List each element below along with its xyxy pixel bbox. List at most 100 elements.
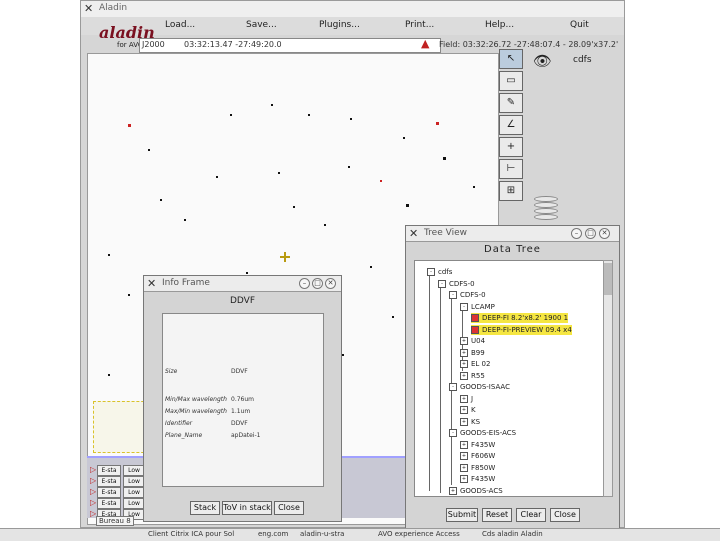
- expand-icon[interactable]: +: [449, 486, 457, 495]
- draw-tool-icon[interactable]: ∠: [499, 115, 523, 135]
- select-tool-icon[interactable]: ↖: [499, 49, 523, 69]
- zoom-tool-icon[interactable]: ⊞: [499, 181, 523, 201]
- tree-node[interactable]: + R55: [460, 371, 485, 381]
- tree-node[interactable]: - LCAMP: [460, 302, 495, 312]
- close-icon[interactable]: ✕: [325, 278, 336, 289]
- taskbar-item[interactable]: aladin-u-stra: [300, 530, 344, 538]
- tree-node[interactable]: - GOODS-EIS-ACS: [449, 428, 516, 438]
- expand-icon[interactable]: +: [460, 360, 468, 368]
- tov-in-stack-button[interactable]: ToV in stack: [222, 501, 272, 515]
- tree-node[interactable]: + GOODS-ACS: [449, 486, 503, 496]
- main-titlebar[interactable]: ✕ Aladin: [81, 1, 624, 18]
- plane-triangle-icon: ▷: [90, 487, 97, 496]
- minimize-icon[interactable]: –: [299, 278, 310, 289]
- stack-cell[interactable]: E-sta: [97, 476, 121, 487]
- collapse-icon[interactable]: -: [460, 302, 468, 311]
- submit-button[interactable]: Submit: [446, 508, 478, 522]
- window-menu-icon[interactable]: ✕: [409, 227, 418, 240]
- stack-cell[interactable]: Low: [123, 487, 145, 498]
- close-icon[interactable]: ✕: [599, 228, 610, 239]
- tree-scrollbar-thumb[interactable]: [604, 263, 612, 295]
- expand-icon[interactable]: +: [460, 406, 468, 414]
- eye-icon[interactable]: 👁: [533, 52, 552, 70]
- tree-node[interactable]: DEEP-FI-PREVIEW 09.4 x4: [471, 324, 572, 335]
- stack-cell[interactable]: E-sta: [97, 465, 121, 476]
- expand-icon[interactable]: +: [460, 452, 468, 460]
- plane-triangle-icon: ▷: [90, 476, 97, 485]
- taskbar-item[interactable]: Cds aladin Aladin: [482, 530, 543, 538]
- tree-node[interactable]: + U04: [460, 336, 485, 346]
- menu-load[interactable]: Load...: [165, 20, 195, 30]
- reset-button[interactable]: Reset: [482, 508, 512, 522]
- tree-node[interactable]: + F850W: [460, 463, 495, 473]
- expand-icon[interactable]: +: [460, 463, 468, 472]
- collapse-icon[interactable]: -: [449, 291, 457, 299]
- distance-tool-icon[interactable]: ⊢: [499, 159, 523, 179]
- desktop-label[interactable]: Bureau 8: [96, 516, 134, 526]
- expand-icon[interactable]: +: [460, 337, 468, 345]
- info-frame-titlebar[interactable]: ✕ Info Frame – □ ✕: [144, 276, 341, 292]
- stack-cell[interactable]: E-sta: [97, 498, 121, 509]
- stack-button[interactable]: Stack: [190, 501, 220, 515]
- tree-node[interactable]: + F606W: [460, 451, 495, 461]
- tree-node[interactable]: + F435W: [460, 440, 495, 450]
- coordinate-frame-select[interactable]: J2000: [142, 40, 165, 49]
- taskbar-item[interactable]: Client Citrix ICA pour Sol: [148, 530, 234, 538]
- menu-print[interactable]: Print...: [405, 20, 434, 30]
- maximize-icon[interactable]: □: [585, 228, 596, 239]
- menu-plugins[interactable]: Plugins...: [319, 20, 360, 30]
- tree-view-titlebar[interactable]: ✕ Tree View – □ ✕: [406, 226, 619, 242]
- coordinate-input[interactable]: 03:32:13.47 -27:49:20.0: [184, 40, 282, 49]
- tree-node[interactable]: - CDFS-0: [438, 279, 475, 289]
- crosshair-tool-icon[interactable]: +: [499, 137, 523, 157]
- taskbar-item[interactable]: AVO experience Access: [378, 530, 460, 538]
- tree-node[interactable]: + J: [460, 394, 473, 404]
- tree-node[interactable]: - cdfs: [427, 267, 452, 277]
- expand-icon[interactable]: +: [460, 371, 468, 380]
- collapse-icon[interactable]: -: [427, 268, 435, 276]
- tree-node[interactable]: - CDFS-0: [449, 290, 486, 300]
- expand-icon[interactable]: +: [460, 475, 468, 483]
- tree-node[interactable]: + KS: [460, 417, 480, 427]
- menu-help[interactable]: Help...: [485, 20, 514, 30]
- tree-node[interactable]: + B99: [460, 348, 485, 358]
- pen-tool-icon[interactable]: ✎: [499, 93, 523, 113]
- tree-node[interactable]: + K: [460, 405, 476, 415]
- window-menu-icon[interactable]: ✕: [147, 277, 156, 290]
- coordinate-bar[interactable]: J2000 03:32:13.47 -27:49:20.0: [139, 38, 441, 53]
- minimize-icon[interactable]: –: [571, 228, 582, 239]
- menu-save[interactable]: Save...: [246, 20, 277, 30]
- close-button[interactable]: Close: [550, 508, 580, 522]
- stack-cell[interactable]: Low: [123, 476, 145, 487]
- tree-view-dialog: ✕ Tree View – □ ✕ Data Tree - cdfs - CDFS-0…: [405, 225, 620, 529]
- stack-cell[interactable]: Low: [123, 498, 145, 509]
- expand-icon[interactable]: +: [460, 394, 468, 403]
- maximize-icon[interactable]: □: [312, 278, 323, 289]
- tree-node[interactable]: + EL 02: [460, 359, 490, 369]
- collapse-icon[interactable]: -: [449, 383, 457, 391]
- stack-cell[interactable]: E-sta: [97, 487, 121, 498]
- taskbar-item[interactable]: eng.com: [258, 530, 288, 538]
- info-frame-name: DDVF: [229, 296, 256, 306]
- menu-quit[interactable]: Quit: [570, 20, 589, 30]
- expand-icon[interactable]: +: [460, 348, 468, 357]
- selected-checkbox-icon[interactable]: [471, 314, 479, 322]
- selected-checkbox-icon[interactable]: [471, 325, 479, 334]
- tree-scrollbar[interactable]: [603, 260, 613, 497]
- frame-tool-icon[interactable]: ▭: [499, 71, 523, 91]
- expand-icon[interactable]: +: [460, 440, 468, 449]
- collapse-icon[interactable]: -: [449, 429, 457, 437]
- star-point: [246, 272, 248, 274]
- tree-node[interactable]: - GOODS-ISAAC: [449, 382, 510, 392]
- star-point: [293, 206, 295, 208]
- clear-button[interactable]: Clear: [516, 508, 546, 522]
- stack-cell[interactable]: Low: [123, 465, 145, 476]
- star-point: [184, 219, 186, 221]
- tree-node[interactable]: DEEP-FI 8.2'x8.2' 1900 1: [471, 313, 569, 323]
- expand-icon[interactable]: +: [460, 417, 468, 426]
- collapse-icon[interactable]: -: [438, 279, 446, 288]
- tree-node-label: DEEP-FI-PREVIEW 09.4 x4: [482, 325, 572, 334]
- window-menu-icon[interactable]: ✕: [84, 2, 93, 15]
- tree-node[interactable]: + F435W: [460, 474, 495, 484]
- close-button[interactable]: Close: [274, 501, 304, 515]
